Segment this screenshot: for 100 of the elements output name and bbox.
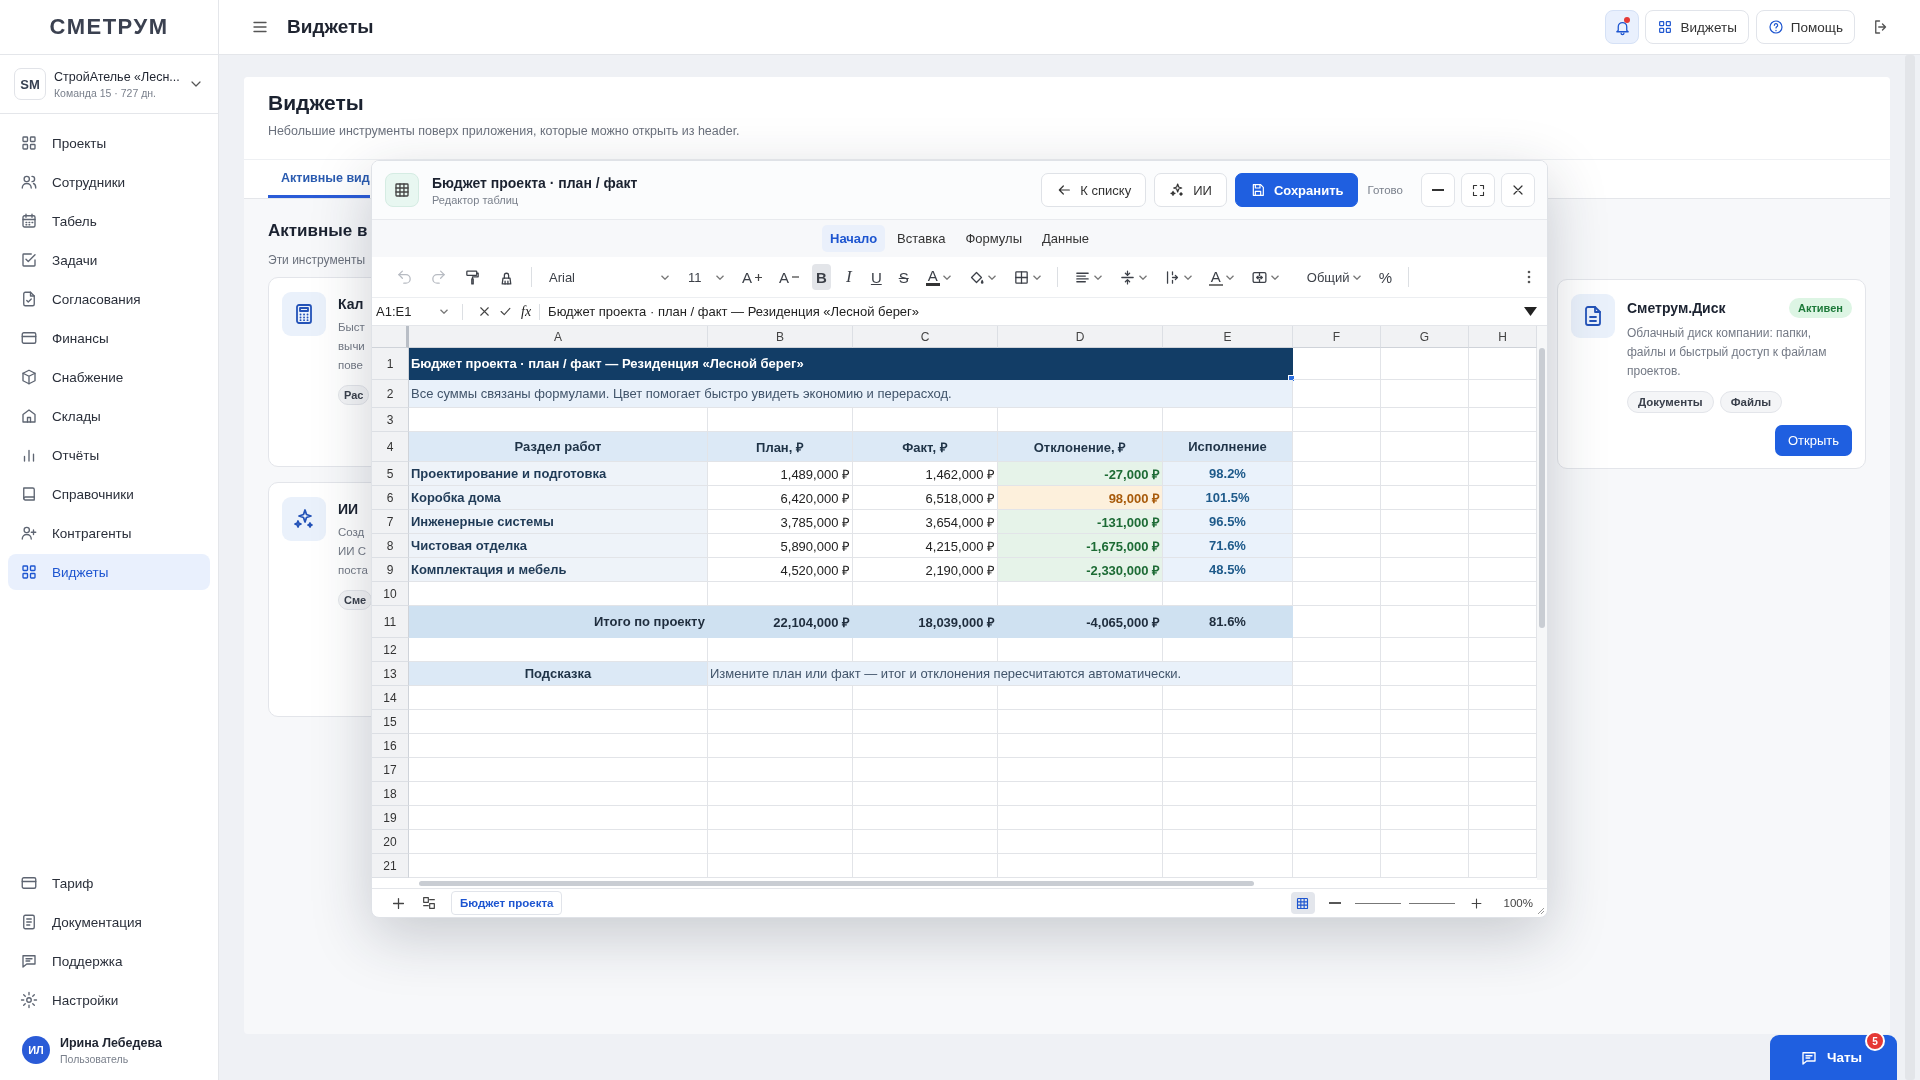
open-button[interactable]: Открыть xyxy=(1774,425,1852,456)
fullscreen-button[interactable] xyxy=(1461,173,1495,207)
widget-tag: Документы xyxy=(1627,391,1714,413)
company-meta: Команда 15 · 727 дн. xyxy=(54,86,157,99)
ribbon-tab[interactable]: Начало xyxy=(822,225,886,252)
column-header[interactable]: E xyxy=(1163,326,1293,348)
caret-icon xyxy=(661,274,669,280)
card-icon xyxy=(20,329,38,347)
row-number[interactable]: 7 xyxy=(372,510,409,534)
save-button[interactable]: Сохранить xyxy=(1234,173,1359,207)
increase-font-button[interactable]: A xyxy=(738,264,766,290)
resize-handle-icon[interactable] xyxy=(1537,907,1545,915)
row-number[interactable]: 8 xyxy=(372,534,409,558)
sidebar-item[interactable]: Отчёты xyxy=(8,437,210,473)
app-logo[interactable]: СМЕТРУМ xyxy=(49,14,169,40)
ribbon-tab[interactable]: Формулы xyxy=(957,225,1030,252)
row-number[interactable]: 4 xyxy=(372,432,409,462)
row-number[interactable]: 10 xyxy=(372,582,409,606)
row-number[interactable]: 6 xyxy=(372,486,409,510)
minimize-button[interactable] xyxy=(1421,173,1455,207)
user-avatar[interactable]: ИЛ xyxy=(22,1036,50,1064)
row-number[interactable]: 9 xyxy=(372,558,409,582)
plus-sign-icon xyxy=(755,273,762,281)
row-number[interactable]: 12 xyxy=(372,638,409,662)
row-number[interactable]: 20 xyxy=(372,830,409,854)
ribbon-tab[interactable]: Данные xyxy=(1034,225,1097,252)
cancel-icon xyxy=(477,304,492,319)
column-header[interactable]: F xyxy=(1293,326,1381,348)
sidebar-item[interactable]: Справочники xyxy=(8,476,210,512)
tab[interactable]: Активные вид xyxy=(268,160,370,198)
widget-tag: Файлы xyxy=(1719,391,1783,413)
sidebar-item[interactable]: Согласования xyxy=(8,281,210,317)
row-number[interactable]: 13 xyxy=(372,662,409,686)
column-header[interactable]: B xyxy=(708,326,853,348)
grid-view-button[interactable] xyxy=(1290,892,1315,914)
underline-button[interactable]: U xyxy=(866,264,886,290)
italic-button[interactable]: I xyxy=(839,264,858,290)
people-icon xyxy=(20,173,38,191)
caret-icon xyxy=(942,274,951,280)
row-number[interactable]: 2 xyxy=(372,380,409,408)
row-number[interactable]: 5 xyxy=(372,462,409,486)
table-cell: Бюджет проекта · план / факт — Резиденция «Лесной берег» xyxy=(409,348,1293,380)
row-number[interactable]: 17 xyxy=(372,758,409,782)
sidebar-item[interactable]: Поддержка xyxy=(8,943,210,979)
header-button[interactable]: Помощь xyxy=(1755,10,1855,44)
sidebar-item[interactable]: Виджеты xyxy=(8,554,210,590)
sidebar-item[interactable]: Сотрудники xyxy=(8,164,210,200)
book-icon xyxy=(20,485,38,503)
page-scrollbar[interactable] xyxy=(1905,55,1915,1080)
table-cell: -2,330,000 ₽ xyxy=(998,558,1163,582)
row-number[interactable]: 21 xyxy=(372,854,409,878)
vertical-scrollbar[interactable] xyxy=(1537,326,1547,880)
row-number[interactable]: 16 xyxy=(372,734,409,758)
function-button[interactable]: fx xyxy=(521,303,532,320)
sidebar-item[interactable]: Контрагенты xyxy=(8,515,210,551)
text-color-button[interactable]: A xyxy=(921,264,955,290)
bold-button[interactable]: B xyxy=(812,264,831,290)
formula-field[interactable]: Бюджет проекта · план / факт — Резиденция «Лесной берег» xyxy=(548,304,1524,319)
column-header[interactable]: C xyxy=(853,326,998,348)
header-button[interactable]: Виджеты xyxy=(1645,10,1749,44)
font-select[interactable]: Arial xyxy=(544,264,674,290)
sidebar-item[interactable]: Документация xyxy=(8,904,210,940)
back-button[interactable]: К списку xyxy=(1041,173,1147,207)
row-number[interactable]: 1 xyxy=(372,348,409,380)
table-cell: 6,518,000 ₽ xyxy=(853,486,998,510)
strike-button[interactable]: S xyxy=(894,264,913,290)
sidebar-item[interactable]: Снабжение xyxy=(8,359,210,395)
widget-tag: Сме xyxy=(338,590,371,610)
sidebar-item[interactable]: Задачи xyxy=(8,242,210,278)
expand-triangle-icon[interactable] xyxy=(1524,307,1537,316)
font-size-select[interactable]: 11 xyxy=(683,264,729,290)
sidebar-item[interactable]: Табель xyxy=(8,203,210,239)
sidebar-item[interactable]: Проекты xyxy=(8,125,210,161)
column-header[interactable]: H xyxy=(1469,326,1537,348)
row-number[interactable]: 3 xyxy=(372,408,409,432)
widget-description: Созд ИИ С поста xyxy=(338,525,369,578)
sheet-tab[interactable]: Бюджет проекта xyxy=(451,891,563,915)
column-header[interactable]: G xyxy=(1381,326,1469,348)
row-number[interactable]: 18 xyxy=(372,782,409,806)
text-rotate-button[interactable]: A xyxy=(1204,264,1238,290)
number-format-select[interactable]: Общий xyxy=(1301,264,1366,290)
sidebar-item[interactable]: Финансы xyxy=(8,320,210,356)
sidebar-item[interactable]: Настройки xyxy=(8,982,210,1018)
sidebar-item[interactable]: Склады xyxy=(8,398,210,434)
sparkle-icon xyxy=(292,507,316,531)
row-number[interactable]: 15 xyxy=(372,710,409,734)
percent-button[interactable]: % xyxy=(1374,264,1397,290)
ribbon-tab[interactable]: Вставка xyxy=(889,225,954,252)
column-header[interactable]: D xyxy=(998,326,1163,348)
more-icon xyxy=(1527,270,1531,284)
table-cell: Проектирование и подготовка xyxy=(409,462,708,486)
row-number[interactable]: 19 xyxy=(372,806,409,830)
cell-reference-field[interactable]: A1:E1 xyxy=(372,304,454,319)
row-number[interactable]: 11 xyxy=(372,606,409,638)
notifications-button[interactable] xyxy=(1605,10,1640,44)
decrease-font-button[interactable]: A xyxy=(775,264,804,290)
ai-button[interactable]: ИИ xyxy=(1154,173,1227,207)
column-header[interactable]: A xyxy=(409,326,708,348)
row-number[interactable]: 14 xyxy=(372,686,409,710)
sidebar-item[interactable]: Тариф xyxy=(8,865,210,901)
